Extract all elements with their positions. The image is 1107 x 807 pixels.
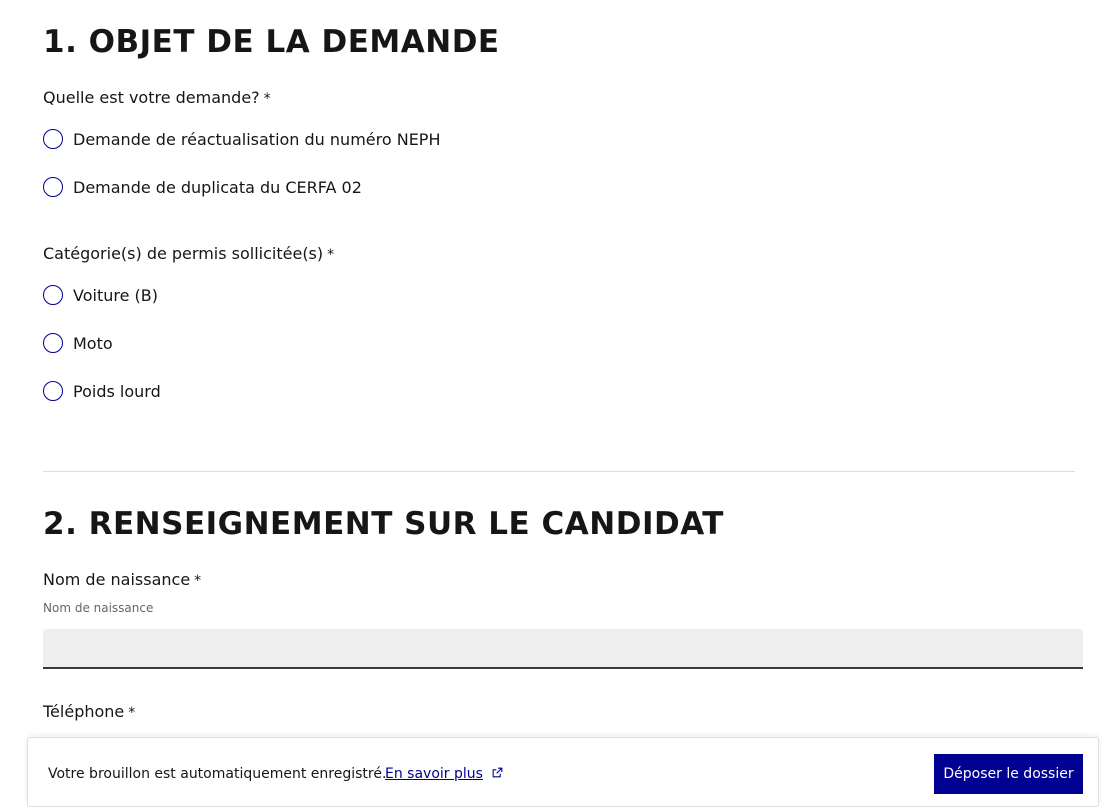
- radio-option-poids-lourd[interactable]: Poids lourd: [43, 378, 161, 404]
- question-categorie-text: Catégorie(s) de permis sollicitée(s): [43, 244, 324, 263]
- telephone-label: Téléphone *: [43, 702, 135, 721]
- radio-button[interactable]: [43, 381, 63, 401]
- question-demande-label: Quelle est votre demande? *: [43, 88, 271, 107]
- learn-more-link-text: En savoir plus: [385, 766, 483, 782]
- question-categorie-label: Catégorie(s) de permis sollicitée(s) *: [43, 244, 334, 263]
- required-mark: *: [263, 91, 271, 107]
- learn-more-link[interactable]: En savoir plus: [385, 766, 504, 782]
- nom-naissance-input[interactable]: [43, 629, 1083, 669]
- radio-option-reactualisation[interactable]: Demande de réactualisation du numéro NEP…: [43, 126, 440, 152]
- radio-button[interactable]: [43, 129, 63, 149]
- section-divider: [43, 471, 1075, 472]
- required-mark: *: [327, 247, 335, 263]
- section-1-title: 1. OBJET DE LA DEMANDE: [43, 24, 500, 60]
- radio-option-duplicata[interactable]: Demande de duplicata du CERFA 02: [43, 174, 362, 200]
- required-mark: *: [128, 705, 136, 721]
- radio-option-voiture[interactable]: Voiture (B): [43, 282, 158, 308]
- autosave-text: Votre brouillon est automatiquement enre…: [48, 766, 387, 782]
- radio-label-moto: Moto: [73, 333, 113, 353]
- autosave-footer-bar: Votre brouillon est automatiquement enre…: [27, 737, 1099, 807]
- required-mark: *: [194, 573, 202, 589]
- radio-button[interactable]: [43, 333, 63, 353]
- section-2-title: 2. RENSEIGNEMENT SUR LE CANDIDAT: [43, 506, 724, 542]
- nom-naissance-hint: Nom de naissance: [43, 601, 154, 615]
- nom-naissance-text: Nom de naissance: [43, 570, 191, 589]
- question-demande-text: Quelle est votre demande?: [43, 88, 260, 107]
- external-link-icon: [492, 767, 503, 778]
- radio-label-voiture: Voiture (B): [73, 285, 158, 305]
- radio-button[interactable]: [43, 177, 63, 197]
- radio-label-reactualisation: Demande de réactualisation du numéro NEP…: [73, 129, 441, 149]
- radio-label-poids-lourd: Poids lourd: [73, 381, 161, 401]
- nom-naissance-label: Nom de naissance *: [43, 570, 201, 589]
- radio-option-moto[interactable]: Moto: [43, 330, 113, 356]
- telephone-text: Téléphone: [43, 702, 125, 721]
- radio-label-duplicata: Demande de duplicata du CERFA 02: [73, 177, 362, 197]
- submit-dossier-button[interactable]: Déposer le dossier: [934, 754, 1083, 794]
- radio-button[interactable]: [43, 285, 63, 305]
